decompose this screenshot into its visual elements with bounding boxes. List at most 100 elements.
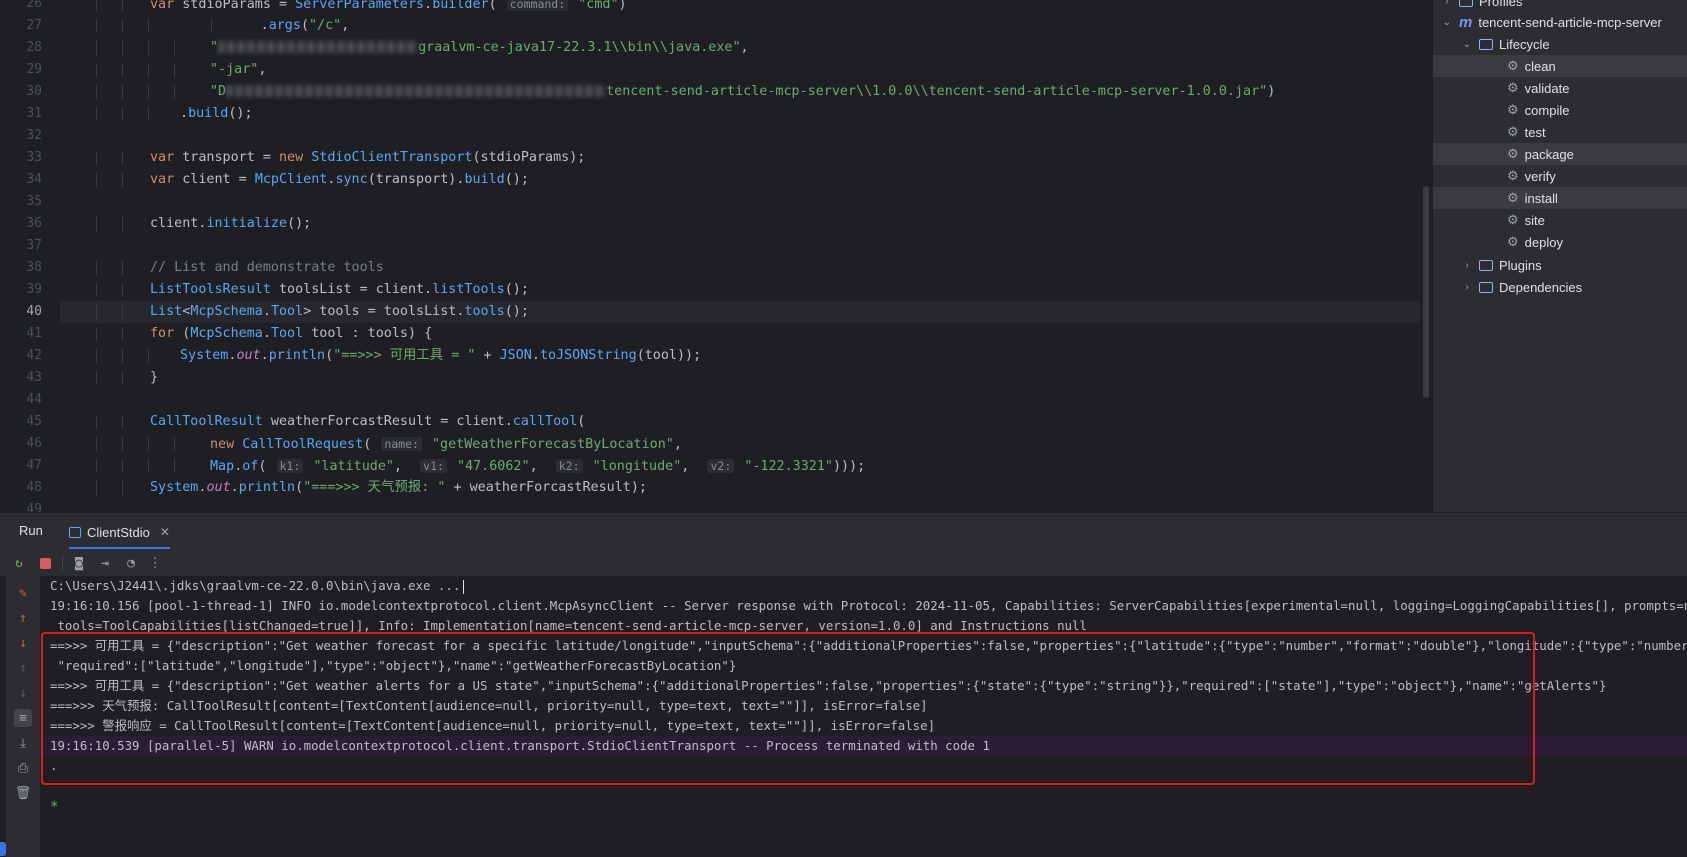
code-text: } <box>150 370 159 385</box>
indent-guide <box>96 305 97 319</box>
indent-guide <box>122 415 123 429</box>
camera-icon[interactable]: ◙ <box>70 554 88 572</box>
maven-lifecycle-node[interactable]: ⌄ Lifecycle <box>1433 33 1687 55</box>
line-number: 32 <box>26 128 42 143</box>
arrow-up-icon[interactable]: ↑ <box>14 609 32 627</box>
code-line: var client = McpClient.sync(transport).b… <box>60 169 1420 191</box>
indent-guide <box>148 63 149 77</box>
stop-button[interactable] <box>36 554 54 572</box>
arrow-down-icon[interactable]: ↓ <box>14 634 32 652</box>
maven-plugins-node[interactable]: › Plugins <box>1433 254 1687 276</box>
line-number: 38 <box>26 260 42 275</box>
indent-guide <box>96 261 97 275</box>
profiler-icon[interactable]: ◔ <box>122 554 140 572</box>
toolbar-divider <box>62 556 63 570</box>
indent-guide <box>96 283 97 297</box>
active-tab-indicator <box>69 547 170 549</box>
indent-guide <box>96 437 97 451</box>
maven-dependencies-node[interactable]: › Dependencies <box>1433 276 1687 298</box>
indent-guide <box>122 151 123 165</box>
maven-goal-compile[interactable]: ⚙ compile <box>1433 99 1687 121</box>
maven-goal-site[interactable]: ⚙ site <box>1433 209 1687 231</box>
chevron-down-icon: ⌄ <box>1462 38 1472 50</box>
tab-clientstdio[interactable]: ClientStdio ✕ <box>69 513 170 551</box>
indent-guide <box>148 349 149 363</box>
text-cursor <box>463 579 465 594</box>
indent-guide <box>96 41 97 55</box>
indent-guide <box>174 437 175 451</box>
code-text: "D tencent-send-article-mcp-server\\1.0.0… <box>210 84 1276 99</box>
indent-guide <box>122 261 123 275</box>
line-number: 47 <box>26 458 42 473</box>
editor-scrollbar[interactable] <box>1423 186 1429 398</box>
maven-goal-verify[interactable]: ⚙ verify <box>1433 165 1687 187</box>
print-icon[interactable]: ⎙ <box>14 759 32 777</box>
maven-goal-label: clean <box>1524 58 1556 74</box>
line-number: 39 <box>26 282 42 297</box>
run-toolbar: ↻ ◙ ⇥ ◔ ⋮ <box>0 550 1687 576</box>
gear-icon: ⚙ <box>1507 58 1519 73</box>
indent-guide <box>96 415 97 429</box>
close-icon[interactable]: ✕ <box>160 525 170 539</box>
indent-guide <box>96 85 97 99</box>
line-number: 28 <box>26 40 42 55</box>
code-text: CallToolResult weatherForcastResult = cl… <box>150 414 586 429</box>
maven-project-node[interactable]: ⌄ m tencent-send-article-mcp-server <box>1433 11 1687 33</box>
code-line: } <box>60 367 1420 389</box>
line-number: 44 <box>26 392 42 407</box>
code-text: .build(); <box>180 106 253 121</box>
code-line: // List and demonstrate tools <box>60 257 1420 279</box>
trash-icon[interactable]: 🗑 <box>14 784 32 802</box>
gear-icon: ⚙ <box>1507 124 1519 139</box>
code-text: new CallToolRequest( name: "getWeatherFo… <box>210 437 682 452</box>
indent-guide <box>96 107 97 121</box>
maven-goal-validate[interactable]: ⚙ validate <box>1433 77 1687 99</box>
indent-guide <box>122 283 123 297</box>
maven-goal-clean[interactable]: ⚙ clean <box>1433 55 1687 77</box>
run-label: Run <box>19 523 43 538</box>
indent-guide <box>174 85 175 99</box>
chevron-right-icon: › <box>1445 0 1449 7</box>
code-line: List<McpSchema.Tool> tools = toolsList.t… <box>60 301 1420 323</box>
indent-guide <box>122 349 123 363</box>
code-text: Map.of( k1: "latitude", v1: "47.6062", k… <box>210 459 866 474</box>
folder-icon <box>1479 38 1493 50</box>
line-number: 46 <box>26 436 42 451</box>
stop-icon <box>39 557 51 569</box>
indent-guide <box>122 371 123 385</box>
maven-goal-label: install <box>1524 190 1558 206</box>
indent-guide <box>148 107 149 121</box>
maven-goal-deploy[interactable]: ⚙ deploy <box>1433 231 1687 253</box>
arrow-down-disabled-icon[interactable]: ↓ <box>14 684 32 702</box>
clear-highlight-icon[interactable]: ✎ <box>14 584 32 602</box>
scroll-to-end-icon[interactable]: ⤓ <box>14 734 32 752</box>
gear-icon: ⚙ <box>1507 102 1519 117</box>
gear-icon: ⚙ <box>1507 146 1519 161</box>
folder-icon <box>1479 259 1493 271</box>
code-line: .build(); <box>60 103 1420 125</box>
indent-guide <box>148 459 149 473</box>
console-line: 19:16:10.156 [pool-1-thread-1] INFO io.m… <box>50 598 1687 613</box>
soft-wrap-icon[interactable]: ≡ <box>14 709 32 727</box>
maven-goal-test[interactable]: ⚙ test <box>1433 121 1687 143</box>
indent-guide <box>122 41 123 55</box>
maven-goal-package[interactable]: ⚙ package <box>1433 143 1687 165</box>
indent-guide <box>96 0 97 11</box>
export-icon[interactable]: ⇥ <box>96 554 114 572</box>
line-number: 35 <box>26 194 42 209</box>
more-options-icon[interactable]: ⋮ <box>146 554 164 572</box>
code-text: "-jar", <box>210 62 267 77</box>
chevron-right-icon: › <box>1465 281 1469 293</box>
indent-guide <box>148 41 149 55</box>
rerun-icon[interactable]: ↻ <box>10 554 28 572</box>
line-number: 43 <box>26 370 42 385</box>
code-text: // List and demonstrate tools <box>150 260 384 275</box>
code-text: ListToolsResult toolsList = client.listT… <box>150 282 529 297</box>
console-prompt: * <box>50 799 59 815</box>
gear-icon: ⚙ <box>1507 212 1519 227</box>
maven-goal-install[interactable]: ⚙ install <box>1433 187 1687 209</box>
arrow-up-disabled-icon[interactable]: ↑ <box>14 659 32 677</box>
code-editor[interactable]: 26 27 28 29 30 31 32 33 34 35 36 37 38 39 40 41 42 43 44 45… <box>0 0 1432 512</box>
